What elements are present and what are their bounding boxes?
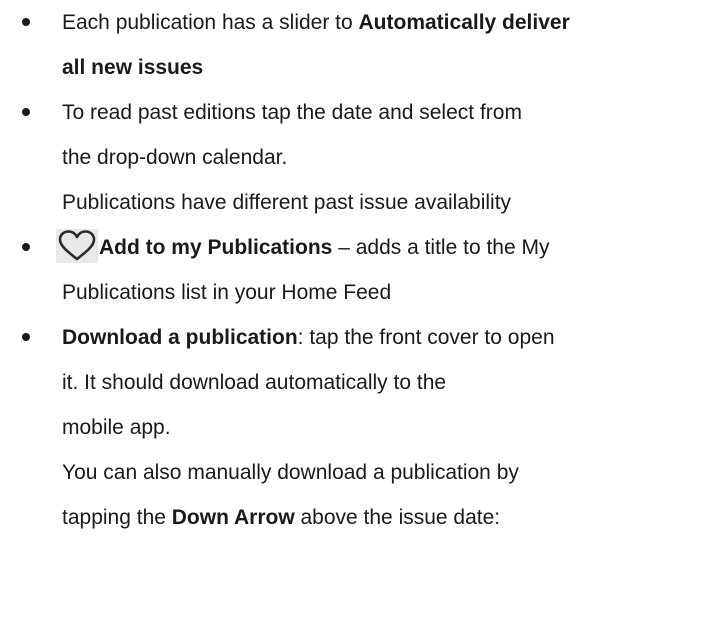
text-line: mobile app. bbox=[62, 405, 708, 450]
text-segment-bold: Down Arrow bbox=[171, 506, 295, 529]
bullet-dot bbox=[22, 108, 30, 116]
bullet-dot bbox=[22, 333, 30, 341]
bullet-dot bbox=[22, 243, 30, 251]
instructions-bullet-list: Each publication has a slider to Automat… bbox=[0, 0, 714, 540]
text-segment: Publications list in your Home Feed bbox=[62, 281, 392, 304]
text-line: You can also manually download a publica… bbox=[62, 450, 708, 495]
text-segment: Publications have different past issue a… bbox=[62, 191, 512, 214]
bullet-past-editions: To read past editions tap the date and s… bbox=[0, 90, 714, 225]
text-segment: the drop-down calendar. bbox=[62, 146, 288, 169]
text-segment-bold: Download a publication bbox=[62, 326, 298, 349]
text-segment: : tap the front cover to open bbox=[297, 326, 555, 349]
text-line: it. It should download automatically to … bbox=[62, 360, 708, 405]
text-line: all new issues bbox=[62, 45, 708, 90]
text-segment: mobile app. bbox=[62, 416, 171, 439]
text-line: Publications list in your Home Feed bbox=[62, 270, 708, 315]
bullet-dot bbox=[22, 18, 30, 26]
bullet-download-publication: Download a publication: tap the front co… bbox=[0, 315, 714, 540]
text-segment: – adds a title to the My bbox=[332, 236, 550, 259]
text-segment-bold: Add to my Publications bbox=[99, 236, 333, 259]
text-line: To read past editions tap the date and s… bbox=[62, 90, 708, 135]
text-segment: tapping the bbox=[62, 506, 172, 529]
text-segment: You can also manually download a publica… bbox=[62, 461, 519, 484]
text-segment-bold: all new issues bbox=[62, 56, 204, 79]
bullet-add-to-publications: Add to my Publications – adds a title to… bbox=[0, 225, 714, 315]
bullet-auto-deliver: Each publication has a slider to Automat… bbox=[0, 0, 714, 90]
text-line: the drop-down calendar. bbox=[62, 135, 708, 180]
text-line: Add to my Publications – adds a title to… bbox=[56, 225, 708, 270]
instructions-document: Each publication has a slider to Automat… bbox=[0, 0, 714, 540]
text-line: Download a publication: tap the front co… bbox=[62, 315, 708, 360]
text-segment: it. It should download automatically to … bbox=[62, 371, 447, 394]
heart-icon bbox=[56, 229, 98, 264]
text-segment-bold: Automatically deliver bbox=[358, 11, 570, 34]
text-line: Publications have different past issue a… bbox=[62, 180, 708, 225]
text-segment: Each publication has a slider to bbox=[62, 11, 359, 34]
text-segment: To read past editions tap the date and s… bbox=[62, 101, 522, 124]
text-line: tapping the Down Arrow above the issue d… bbox=[62, 495, 708, 540]
text-segment: above the issue date: bbox=[294, 506, 501, 529]
text-line: Each publication has a slider to Automat… bbox=[62, 0, 708, 45]
